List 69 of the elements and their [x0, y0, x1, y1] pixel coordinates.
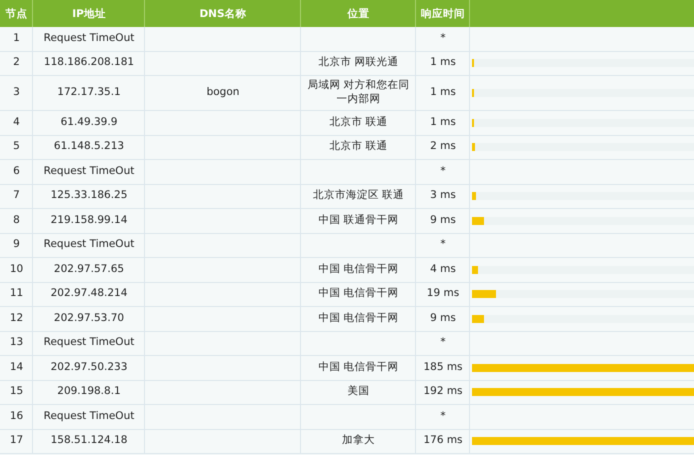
table-cell: 5: [13, 140, 20, 154]
table-cell: Request TimeOut: [44, 164, 134, 179]
table-cell: 11: [10, 287, 24, 302]
table-cell: 8: [13, 214, 20, 228]
table-cell: 15: [10, 385, 24, 400]
table-cell: *: [440, 336, 446, 350]
table-cell: 125.33.186.25: [50, 189, 128, 204]
table-cell: 209.198.8.1: [57, 385, 121, 400]
table-cell: *: [440, 238, 446, 252]
table-cell: bogon: [206, 86, 240, 100]
table-cell: 16: [10, 410, 24, 424]
table-cell: 7: [13, 189, 20, 204]
table-cell: 4 ms: [430, 262, 456, 277]
table-cell: Request TimeOut: [44, 238, 134, 252]
table-cell: 10: [10, 262, 24, 277]
table-cell-text: 局域网 对方和您在同一内部网: [306, 79, 411, 107]
table-cell: *: [440, 164, 446, 179]
column-header: 节点: [6, 6, 28, 20]
table-cell: 中国 联通骨干网: [318, 214, 399, 228]
table-cell: 1: [13, 32, 20, 46]
table-cell: 176 ms: [423, 434, 463, 448]
table-cell: 61.49.39.9: [60, 116, 118, 130]
table-cell: 1 ms: [430, 116, 456, 130]
column-header: 响应时间: [421, 6, 465, 20]
table-cell: 中国 电信骨干网: [318, 262, 399, 277]
table-cell: 14: [10, 360, 24, 375]
table-cell: 202.97.53.70: [54, 312, 124, 326]
table-cell: *: [440, 410, 446, 424]
table-cell: 158.51.124.18: [50, 434, 128, 448]
table-cell: 19 ms: [426, 287, 460, 302]
column-header: DNS名称: [199, 6, 247, 20]
table-cell: 202.97.50.233: [50, 360, 128, 375]
table-cell: 172.17.35.1: [57, 86, 121, 100]
table-cell: Request TimeOut: [44, 32, 134, 46]
table-cell: 61.148.5.213: [54, 140, 124, 154]
table-cell: 加拿大: [342, 434, 375, 448]
table-cell: Request TimeOut: [44, 336, 134, 350]
table-cell: Request TimeOut: [44, 410, 134, 424]
table-cell: 中国 电信骨干网: [318, 312, 399, 326]
table-cell: 9 ms: [430, 214, 456, 228]
table-cell: 13: [10, 336, 24, 350]
table-cell: 1 ms: [430, 56, 456, 70]
table-cell: 9: [13, 238, 20, 252]
table-cell: 美国: [348, 385, 370, 400]
table-cell: 北京市 联通: [329, 116, 388, 130]
table-cell: 202.97.57.65: [54, 262, 124, 277]
table-cell: 17: [10, 434, 24, 448]
table-cell: 185 ms: [423, 360, 463, 375]
table-cell: 3: [13, 86, 20, 100]
table-cell: 118.186.208.181: [44, 56, 134, 70]
table-cell: 中国 电信骨干网: [318, 287, 399, 302]
column-header: 位置: [348, 6, 370, 20]
table-cell: 2 ms: [430, 140, 456, 154]
table-cell: 202.97.48.214: [50, 287, 128, 302]
table-cell: 192 ms: [423, 385, 463, 400]
table-cell: 4: [13, 116, 20, 130]
table-cell: 219.158.99.14: [50, 214, 128, 228]
table-cell: 北京市海淀区 联通: [312, 189, 404, 204]
table-cell: 12: [10, 312, 24, 326]
table-cell: 6: [13, 164, 20, 179]
table-cell: 1 ms: [430, 86, 456, 100]
table-cell: *: [440, 32, 446, 46]
column-header: IP地址: [72, 6, 106, 20]
table-cell: 北京市 联通: [329, 140, 388, 154]
table-cell: 9 ms: [430, 312, 456, 326]
table-cell: 2: [13, 56, 20, 70]
table-cell: 北京市 网联光通: [318, 56, 399, 70]
table-cell: 3 ms: [430, 189, 456, 204]
table-cell: 中国 电信骨干网: [318, 360, 399, 375]
